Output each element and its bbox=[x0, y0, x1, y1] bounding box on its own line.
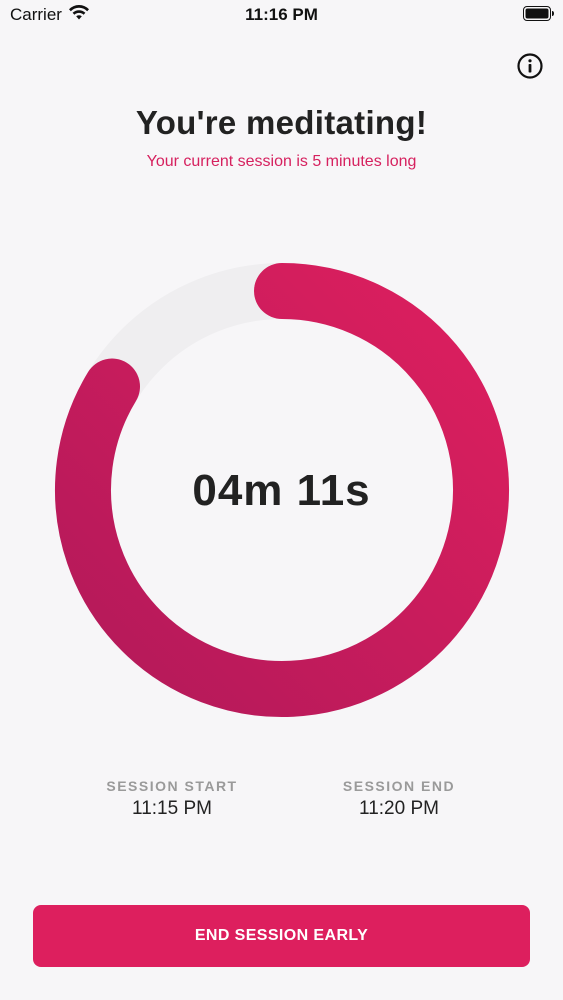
session-end: SESSION END 11:20 PM bbox=[299, 778, 499, 820]
session-end-time: 11:20 PM bbox=[359, 798, 439, 819]
session-length-subtitle: Your current session is 5 minutes long bbox=[146, 153, 417, 170]
status-time: 11:16 PM bbox=[245, 5, 318, 24]
page-title: You're meditating! bbox=[135, 104, 428, 141]
meditation-screen: Carrier 11:16 PM You're meditating! Your… bbox=[0, 0, 563, 1000]
session-start-time: 11:15 PM bbox=[132, 798, 212, 819]
session-start-label: SESSION START bbox=[106, 778, 238, 794]
info-circle-icon[interactable] bbox=[517, 53, 543, 79]
status-bar: Carrier 11:16 PM bbox=[0, 0, 563, 30]
session-start: SESSION START 11:15 PM bbox=[72, 778, 272, 820]
battery-icon bbox=[523, 6, 554, 21]
end-session-early-button[interactable]: END SESSION EARLY bbox=[33, 905, 530, 967]
session-end-label: SESSION END bbox=[342, 778, 456, 794]
countdown-timer: 04m 11s bbox=[192, 466, 371, 515]
